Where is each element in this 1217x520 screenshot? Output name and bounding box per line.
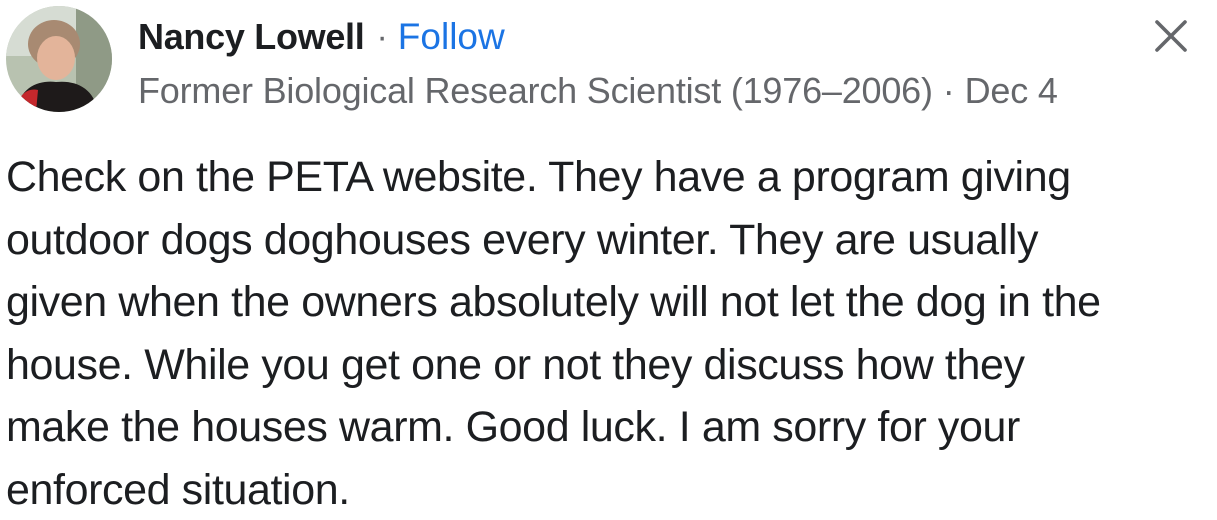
comment-text-line: outdoor dogs doghouses every winter. The… [6,215,1039,264]
author-name[interactable]: Nancy Lowell [138,16,365,58]
separator-dot: · [376,17,388,56]
comment-header: Nancy Lowell · Follow [138,14,505,60]
comment-text-line: given when the owners absolutely will no… [6,278,1101,327]
avatar[interactable] [6,6,112,112]
separator-dot: · [942,70,955,111]
comment-text-line: house. While you get one or not they dis… [6,340,1025,389]
close-icon [1155,20,1187,52]
author-meta: Former Biological Research Scientist (19… [138,68,1058,114]
avatar-photo [6,6,112,112]
follow-button[interactable]: Follow [398,16,505,58]
comment-text-line: Check on the PETA website. They have a p… [6,153,1071,201]
comment-text: Check on the PETA website. They have a p… [6,146,1214,520]
close-button[interactable] [1153,18,1189,54]
comment-text-line: enforced situation. [6,465,350,514]
comment-text-line: make the houses warm. Good luck. I am so… [6,403,1020,452]
author-subtitle: Former Biological Research Scientist (19… [138,70,933,111]
comment-date[interactable]: Dec 4 [965,70,1058,112]
